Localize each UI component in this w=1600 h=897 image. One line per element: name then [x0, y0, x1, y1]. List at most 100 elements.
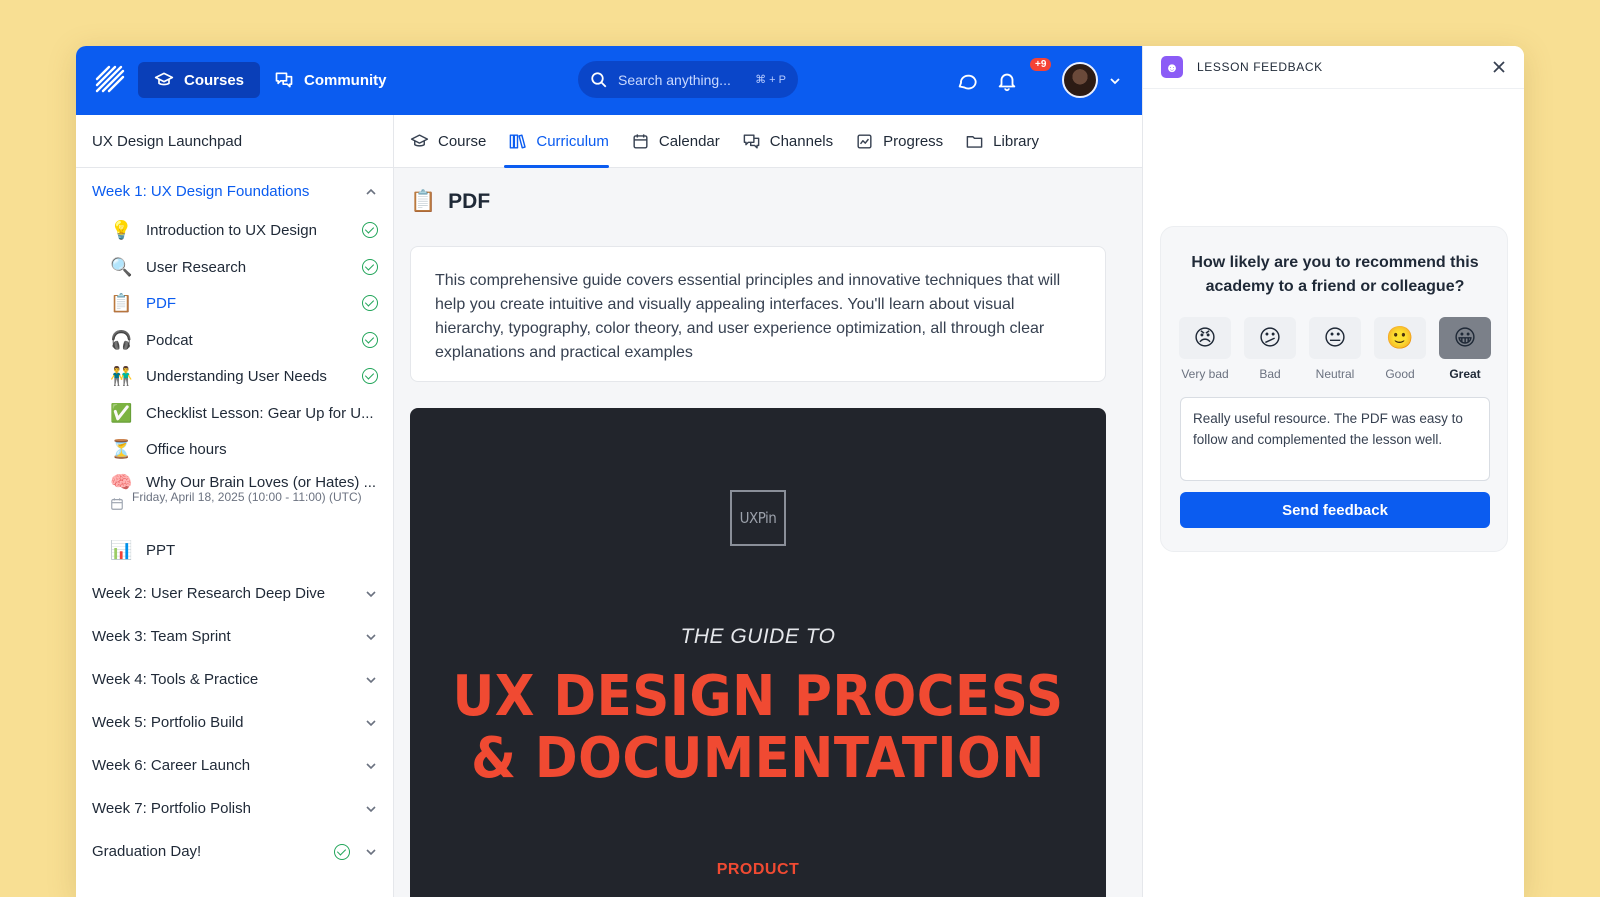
- courses-nav-label: Courses: [184, 71, 245, 89]
- week-6-header[interactable]: Week 6: Career Launch: [92, 757, 378, 774]
- tab-library[interactable]: Library: [965, 115, 1039, 167]
- top-bar: Courses Community Search anything... ⌘ +…: [76, 46, 1142, 115]
- chevron-down-icon[interactable]: [364, 802, 378, 816]
- event-date: Friday, April 18, 2025 (10:00 - 11:00) (…: [110, 489, 378, 511]
- chevron-down-icon[interactable]: [364, 759, 378, 773]
- week-title: Week 7: Portfolio Polish: [92, 800, 251, 817]
- lesson-item[interactable]: ⏳ Office hours: [110, 434, 378, 464]
- clipboard-icon: 📋: [110, 292, 133, 313]
- lesson-label: User Research: [146, 258, 247, 276]
- lesson-item-active[interactable]: 📋 PDF: [110, 288, 378, 318]
- rating-good[interactable]: 🙂 Good: [1374, 317, 1426, 381]
- tab-calendar[interactable]: Calendar: [631, 115, 720, 167]
- lesson-label: Office hours: [146, 440, 227, 458]
- feedback-comment-field[interactable]: Really useful resource. The PDF was easy…: [1180, 397, 1490, 481]
- app-logo-icon[interactable]: [94, 64, 126, 96]
- send-feedback-button[interactable]: Send feedback: [1180, 492, 1490, 528]
- people-icon: 👬: [110, 365, 133, 386]
- page-title: 📋 PDF: [410, 190, 490, 214]
- page-title-text: PDF: [448, 190, 491, 213]
- lesson-item[interactable]: ✅ Checklist Lesson: Gear Up for U...: [110, 398, 378, 428]
- week-title: Week 3: Team Sprint: [92, 628, 231, 645]
- confused-face-icon: 😕: [1244, 317, 1296, 359]
- tab-curriculum[interactable]: Curriculum: [504, 115, 609, 168]
- lesson-item[interactable]: 📊 PPT: [110, 535, 378, 565]
- graduation-cap-icon: [410, 133, 429, 147]
- lesson-label: Understanding User Needs: [146, 367, 327, 385]
- grinning-face-icon: 😀: [1439, 317, 1491, 359]
- chevron-down-icon[interactable]: [364, 587, 378, 601]
- week-3-header[interactable]: Week 3: Team Sprint: [92, 628, 378, 645]
- tab-progress[interactable]: Progress: [855, 115, 943, 167]
- search-icon: [591, 71, 607, 87]
- chevron-down-icon[interactable]: [364, 630, 378, 644]
- tab-label: Curriculum: [536, 132, 609, 150]
- rating-label: Bad: [1259, 367, 1281, 381]
- feedback-question: How likely are you to recommend this aca…: [1191, 254, 1479, 295]
- calendar-icon: [633, 133, 648, 149]
- headphones-icon: 🎧: [110, 329, 133, 350]
- hourglass-icon: ⏳: [110, 438, 133, 459]
- week-title: Week 4: Tools & Practice: [92, 671, 259, 688]
- rating-label: Neutral: [1315, 367, 1355, 381]
- magnifier-icon: 🔍: [110, 256, 133, 277]
- graduation-header[interactable]: Graduation Day!: [92, 843, 378, 860]
- search-input[interactable]: Search anything... ⌘ + P: [578, 61, 798, 98]
- chat-bubbles-icon: [275, 72, 293, 88]
- tab-course[interactable]: Course: [410, 115, 486, 167]
- smiley-icon: ☻: [1161, 56, 1183, 78]
- week-title: Week 6: Career Launch: [92, 757, 251, 774]
- lesson-item[interactable]: 🔍 User Research: [110, 252, 378, 282]
- messages-icon[interactable]: [956, 70, 978, 92]
- calendar-icon: [111, 498, 123, 510]
- rating-great[interactable]: 😀 Great: [1439, 317, 1491, 381]
- bar-chart-icon: 📊: [110, 539, 133, 560]
- course-title: UX Design Launchpad: [76, 115, 393, 168]
- tab-channels[interactable]: Channels: [742, 115, 833, 167]
- pdf-subtitle: THE GUIDE TO: [680, 625, 836, 648]
- close-icon[interactable]: [1492, 60, 1506, 74]
- pdf-viewer[interactable]: UXPin THE GUIDE TO UX DESIGN PROCESS & D…: [410, 408, 1106, 897]
- feedback-card: How likely are you to recommend this aca…: [1160, 226, 1508, 552]
- week-title: Week 5: Portfolio Build: [92, 714, 244, 731]
- rating-neutral[interactable]: 😐 Neutral: [1309, 317, 1361, 381]
- lesson-item[interactable]: 💡 Introduction to UX Design: [110, 215, 378, 245]
- week-title: Week 2: User Research Deep Dive: [92, 585, 326, 602]
- chat-bubbles-icon: [743, 133, 760, 149]
- rating-very-bad[interactable]: 😠 Very bad: [1179, 317, 1231, 381]
- completed-check-icon: [362, 295, 378, 311]
- chevron-down-icon[interactable]: [364, 673, 378, 687]
- tab-label: Library: [993, 132, 1040, 150]
- chevron-up-icon[interactable]: [364, 185, 378, 199]
- tab-label: Progress: [883, 132, 944, 150]
- rating-bad[interactable]: 😕 Bad: [1244, 317, 1296, 381]
- week-2-header[interactable]: Week 2: User Research Deep Dive: [92, 585, 378, 602]
- neutral-face-icon: 😐: [1309, 317, 1361, 359]
- chevron-down-icon[interactable]: [364, 845, 378, 859]
- week-1-header[interactable]: Week 1: UX Design Foundations: [92, 183, 378, 200]
- course-tabs: Course Curriculum Calendar Channels Prog…: [394, 115, 1142, 168]
- lesson-item[interactable]: 👬 Understanding User Needs: [110, 361, 378, 391]
- lesson-label: Podcat: [146, 331, 193, 349]
- lesson-label: PDF: [146, 294, 176, 312]
- lesson-item[interactable]: 🎧 Podcat: [110, 325, 378, 355]
- clipboard-icon: 📋: [410, 190, 437, 213]
- week-4-header[interactable]: Week 4: Tools & Practice: [92, 671, 378, 688]
- avatar[interactable]: [1062, 62, 1098, 98]
- uxpin-logo: UXPin: [730, 490, 786, 546]
- folder-icon: [966, 135, 983, 148]
- books-icon: [510, 133, 527, 149]
- bell-icon[interactable]: [996, 70, 1018, 92]
- completed-check-icon: [362, 332, 378, 348]
- community-nav-button[interactable]: Community: [258, 62, 403, 98]
- rating-label: Great: [1449, 367, 1481, 381]
- chevron-down-icon[interactable]: [1108, 74, 1122, 88]
- week-5-header[interactable]: Week 5: Portfolio Build: [92, 714, 378, 731]
- completed-check-icon: [362, 259, 378, 275]
- chevron-down-icon[interactable]: [364, 716, 378, 730]
- completed-check-icon: [334, 843, 350, 860]
- tab-label: Channels: [769, 132, 834, 150]
- week-7-header[interactable]: Week 7: Portfolio Polish: [92, 800, 378, 817]
- search-shortcut: ⌘ + P: [755, 74, 786, 86]
- courses-nav-button[interactable]: Courses: [138, 62, 261, 98]
